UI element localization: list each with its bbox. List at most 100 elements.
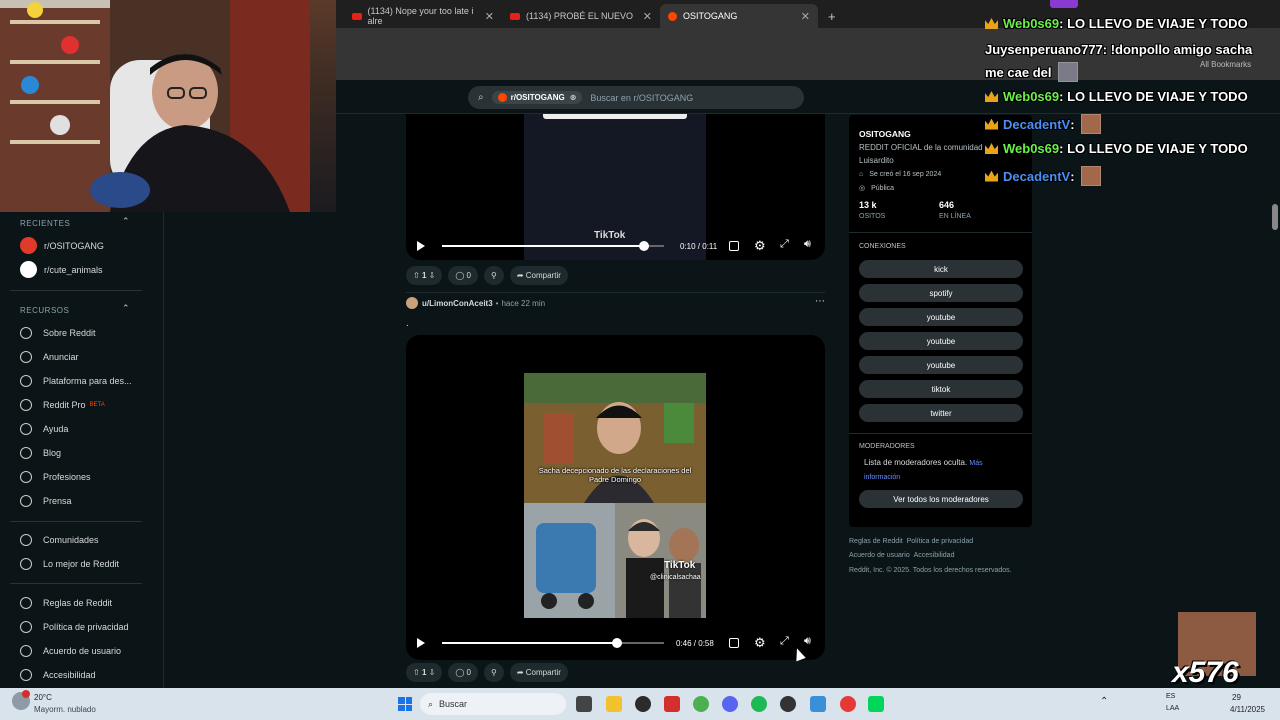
fullscreen-icon[interactable]: ⤢ <box>780 635 789 648</box>
downvote-icon[interactable]: ⇩ <box>429 271 436 280</box>
gear-icon[interactable]: ⚙ <box>754 238 766 254</box>
app-icon[interactable] <box>664 696 680 712</box>
sidebar-item-about[interactable]: Sobre Reddit <box>20 327 96 339</box>
tab-youtube-2[interactable]: (1134) PROBÉ EL NUEVO PVZ R ✕ <box>502 4 660 28</box>
discord-icon[interactable] <box>722 696 738 712</box>
taskbar-search[interactable]: ⌕ Buscar <box>420 693 566 715</box>
clock-time[interactable]: 29 <box>1232 693 1241 702</box>
search-bar[interactable]: ⌕ r/OSITOGANG ⊗ Buscar en r/OSITOGANG <box>468 86 804 109</box>
upvote-icon[interactable]: ⇧ <box>413 668 420 677</box>
gear-icon[interactable]: ⚙ <box>754 635 766 651</box>
sidebar-item-agreement[interactable]: Acuerdo de usuario <box>20 645 121 657</box>
award-button[interactable]: ⚲ <box>483 266 504 285</box>
opera-icon[interactable] <box>840 696 856 712</box>
connection-label: youtube <box>926 360 956 370</box>
keyboard-layout[interactable]: LAA <box>1166 705 1179 712</box>
file-explorer-icon[interactable] <box>606 696 622 712</box>
connection-spotify[interactable]: spotify <box>859 284 1023 302</box>
recent-header[interactable]: RECIENTES <box>20 219 70 228</box>
view-all-moderators-button[interactable]: Ver todos los moderadores <box>859 490 1023 508</box>
chrome-icon[interactable] <box>693 696 709 712</box>
captions-icon[interactable] <box>729 241 739 251</box>
weather-temp[interactable]: 20°C <box>34 693 52 702</box>
search-input[interactable]: Buscar en r/OSITOGANG <box>590 93 693 103</box>
vote-button[interactable]: ⇧ 1 ⇩ <box>406 663 443 682</box>
community-chip[interactable]: r/OSITOGANG ⊗ <box>491 91 583 104</box>
progress-fill <box>442 245 645 247</box>
volume-icon[interactable]: 🔊︎ <box>804 238 811 251</box>
tab-ositogang[interactable]: OSITOGANG ✕ <box>660 4 818 28</box>
clock-date[interactable]: 4/11/2025 <box>1230 705 1265 714</box>
footer-link-rules[interactable]: Reglas de Reddit <box>849 538 903 545</box>
connection-youtube-1[interactable]: youtube <box>859 308 1023 326</box>
share-button[interactable]: ➦ Compartir <box>509 266 568 285</box>
app-icon[interactable] <box>635 696 651 712</box>
post-author[interactable]: u/LimonConAceit3 <box>422 299 493 308</box>
sidebar-item-best[interactable]: Lo mejor de Reddit <box>20 558 119 570</box>
fullscreen-icon[interactable]: ⤢ <box>780 238 789 251</box>
new-tab-button[interactable]: + <box>820 4 844 28</box>
sidebar-item-press[interactable]: Prensa <box>20 495 72 507</box>
sidebar-item-communities[interactable]: Comunidades <box>20 534 99 546</box>
comment-icon: ◯ <box>455 271 465 280</box>
post2-video[interactable]: Sacha decepcionado de las declaraciones … <box>406 335 825 660</box>
sidebar-item-platform[interactable]: Plataforma para des... <box>20 375 132 387</box>
kick-icon[interactable] <box>868 696 884 712</box>
obs-icon[interactable] <box>780 696 796 712</box>
footer-link-privacy[interactable]: Política de privacidad <box>907 538 974 545</box>
sidebar-item-rules[interactable]: Reglas de Reddit <box>20 597 112 609</box>
sidebar-item-help[interactable]: Ayuda <box>20 423 68 435</box>
chevron-up-icon[interactable]: ⌃ <box>122 216 130 227</box>
upvote-icon[interactable]: ⇧ <box>413 271 420 280</box>
footer-link-agreement[interactable]: Acuerdo de usuario <box>849 552 910 559</box>
sidebar-item-reddit-pro[interactable]: Reddit Pro BETA <box>20 399 105 411</box>
more-options-icon[interactable]: ⋯ <box>815 296 825 307</box>
connection-youtube-3[interactable]: youtube <box>859 356 1023 374</box>
clear-icon[interactable]: ⊗ <box>570 93 577 102</box>
resources-header[interactable]: RECURSOS <box>20 306 69 315</box>
captions-icon[interactable] <box>729 638 739 648</box>
comments-button[interactable]: ◯ 0 <box>448 663 478 682</box>
sidebar-item-cute-animals[interactable]: r/cute_animals <box>20 261 103 278</box>
ositogang-avatar <box>20 237 37 254</box>
sidebar-item-ositogang[interactable]: r/OSITOGANG <box>20 237 104 254</box>
connection-youtube-2[interactable]: youtube <box>859 332 1023 350</box>
award-button[interactable]: ⚲ <box>483 663 504 682</box>
sidebar-item-label: Reglas de Reddit <box>43 598 113 608</box>
progress-track[interactable] <box>442 638 664 648</box>
page-scrollbar[interactable] <box>1272 204 1278 230</box>
sidebar-item-privacy[interactable]: Política de privacidad <box>20 621 129 633</box>
volume-icon[interactable]: 🔊︎ <box>804 635 811 648</box>
connection-tiktok[interactable]: tiktok <box>859 380 1023 398</box>
play-icon[interactable] <box>417 638 425 648</box>
sidebar-item-accessibility[interactable]: Accesibilidad <box>20 669 96 681</box>
vote-button[interactable]: ⇧ 1 ⇩ <box>406 266 443 285</box>
share-button[interactable]: ➦ Compartir <box>509 663 568 682</box>
windows-start-icon[interactable] <box>398 697 412 711</box>
task-view-icon[interactable] <box>576 696 592 712</box>
connection-kick[interactable]: kick <box>859 260 1023 278</box>
close-icon[interactable]: ✕ <box>643 10 652 23</box>
play-icon[interactable] <box>417 241 425 251</box>
downvote-icon[interactable]: ⇩ <box>429 668 436 677</box>
connection-twitter[interactable]: twitter <box>859 404 1023 422</box>
close-icon[interactable]: ✕ <box>801 10 810 23</box>
sidebar-item-careers[interactable]: Profesiones <box>20 471 91 483</box>
footer-link-accessibility[interactable]: Accesibilidad <box>914 552 955 559</box>
chevron-up-icon[interactable]: ⌃ <box>122 303 130 314</box>
progress-knob[interactable] <box>612 638 623 648</box>
spotify-icon[interactable] <box>751 696 767 712</box>
comments-button[interactable]: ◯ 0 <box>448 266 478 285</box>
sidebar-item-advertise[interactable]: Anunciar <box>20 351 79 363</box>
app-icon[interactable] <box>810 696 826 712</box>
user-avatar[interactable] <box>406 297 418 309</box>
progress-track[interactable] <box>442 241 664 251</box>
tab-youtube-1[interactable]: (1134) Nope your too late i alre ✕ <box>344 4 502 28</box>
chevron-up-icon[interactable]: ⌃ <box>1100 696 1108 707</box>
post1-video[interactable]: TikTok 0:10 / 0:11 ⚙ ⤢ 🔊︎ <box>406 114 825 260</box>
progress-knob[interactable] <box>639 241 650 251</box>
language-indicator[interactable]: ES <box>1166 693 1175 700</box>
sidebar-item-blog[interactable]: Blog <box>20 447 61 459</box>
weather-desc[interactable]: Mayorm. nublado <box>34 705 96 714</box>
close-icon[interactable]: ✕ <box>485 10 494 23</box>
